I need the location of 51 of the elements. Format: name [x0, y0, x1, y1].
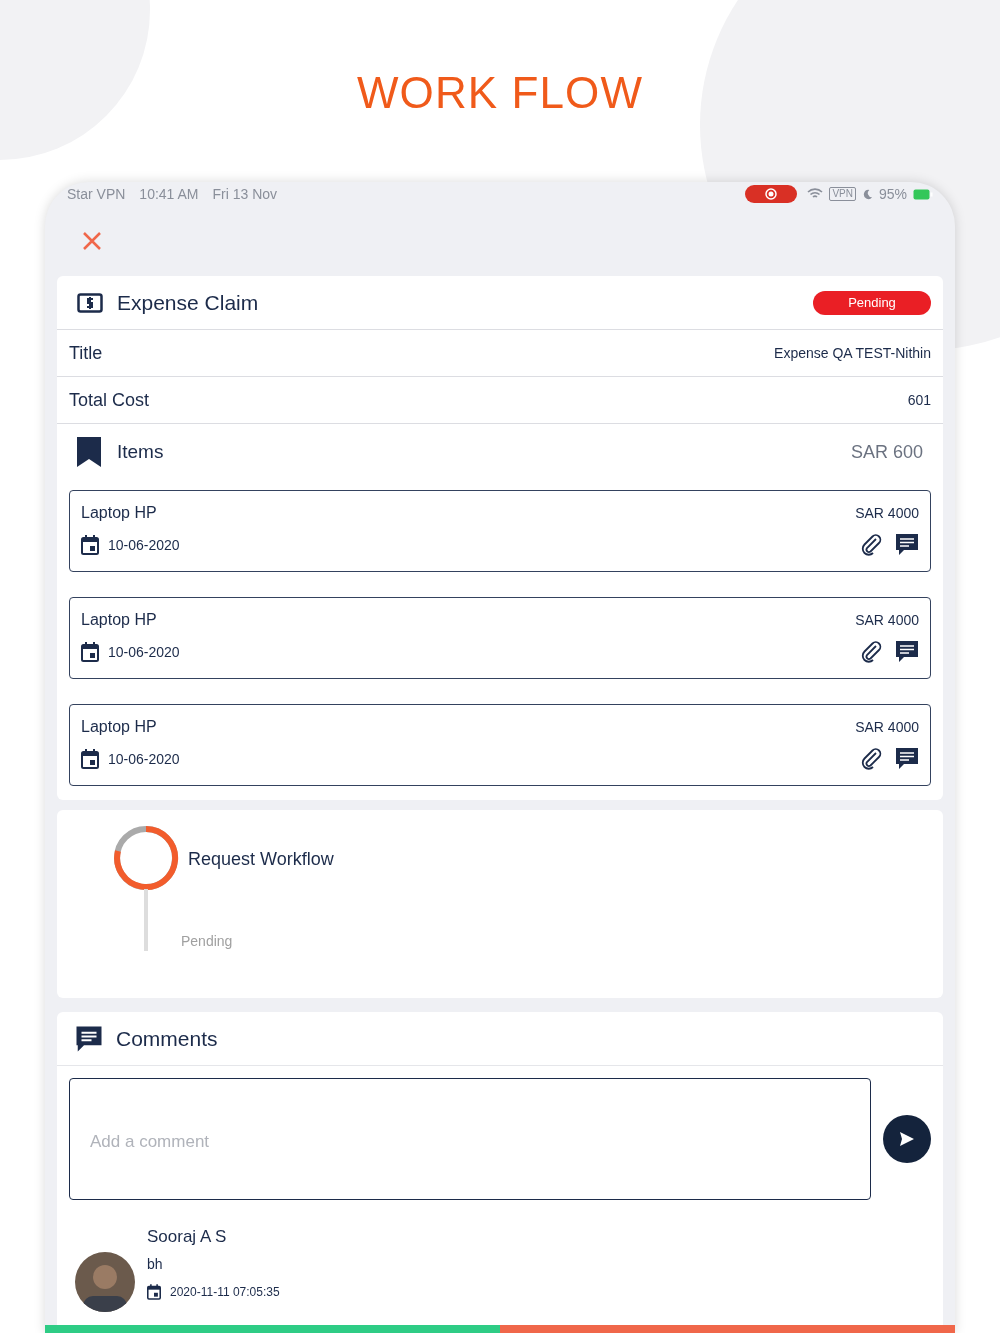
item-date: 10-06-2020	[108, 642, 180, 662]
paperclip-icon[interactable]	[861, 534, 883, 556]
item-name: Laptop HP	[81, 610, 157, 630]
items-total: SAR 600	[850, 440, 923, 464]
workflow-step-ring	[113, 825, 179, 891]
status-bar-text: 10:41 AM	[139, 184, 199, 204]
comment-icon[interactable]	[895, 533, 919, 557]
comment-field[interactable]: Add a comment	[69, 1078, 872, 1200]
field-label: Title	[69, 341, 103, 365]
field-value: 601	[907, 390, 931, 410]
close-icon	[81, 230, 103, 252]
calendar-icon	[81, 642, 99, 662]
battery-icon	[913, 188, 933, 200]
calendar-icon	[81, 535, 99, 555]
send-button[interactable]	[883, 1115, 931, 1163]
page-title: WORK FLOW	[356, 68, 644, 118]
moon-icon	[861, 188, 873, 200]
bookmark-icon	[77, 437, 101, 467]
money-icon	[77, 292, 103, 313]
item-amount: SAR 4000	[855, 503, 919, 523]
item-amount: SAR 4000	[855, 717, 919, 737]
comment-icon[interactable]	[895, 640, 919, 664]
item-name: Laptop HP	[81, 503, 157, 523]
calendar-icon	[147, 1284, 161, 1300]
item-amount: SAR 4000	[855, 610, 919, 630]
vpn-badge: VPN	[829, 187, 856, 201]
status-bar-text: Fri 13 Nov	[212, 184, 278, 204]
workflow-status: Pending	[181, 932, 233, 951]
record-icon	[765, 188, 778, 200]
paperclip-icon[interactable]	[861, 641, 883, 663]
item-date: 10-06-2020	[108, 749, 180, 769]
wifi-icon	[807, 188, 824, 200]
status-bar-text: Star VPN	[67, 184, 126, 204]
section-title: Comments	[116, 1025, 218, 1052]
field-label: Total Cost	[69, 388, 150, 412]
battery-percentage: 95%	[878, 184, 907, 204]
workflow-title: Request Workflow	[188, 848, 334, 871]
paperclip-icon[interactable]	[861, 748, 883, 770]
status-badge: Pending	[813, 290, 931, 315]
item-date: 10-06-2020	[108, 535, 180, 555]
comment-datetime: 2020-11-11 07:05:35	[170, 1284, 280, 1301]
calendar-icon	[81, 749, 99, 769]
comment-text: bh	[147, 1255, 164, 1274]
item-name: Laptop HP	[81, 717, 157, 737]
field-value: Expense QA TEST-Nithin	[774, 343, 931, 363]
comment-icon[interactable]	[895, 747, 919, 771]
avatar	[75, 1252, 135, 1312]
close-button[interactable]	[81, 230, 103, 252]
card-title: Expense Claim	[117, 289, 259, 316]
section-title: Items	[117, 439, 164, 464]
comment-author: Sooraj A S	[147, 1226, 228, 1248]
